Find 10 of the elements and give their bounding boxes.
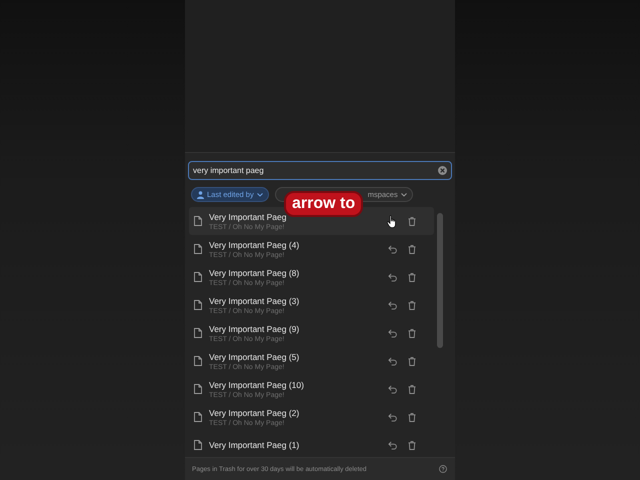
video-caption: arrow to [284, 191, 364, 217]
page-title: Very Important Paeg (1) [209, 440, 300, 450]
page-title: Very Important Paeg (3) [209, 296, 300, 306]
page-title: Very Important Paeg (4) [209, 240, 300, 250]
search-value: very important paeg [193, 166, 264, 175]
page-title: Very Important Paeg (8) [209, 268, 300, 278]
page-title: Very Important Paeg (2) [209, 408, 300, 418]
page-title: Very Important Paeg (5) [209, 352, 300, 362]
page-title: Very Important Paeg (9) [209, 324, 300, 334]
page-title: Very Important Paeg (10) [209, 380, 305, 390]
